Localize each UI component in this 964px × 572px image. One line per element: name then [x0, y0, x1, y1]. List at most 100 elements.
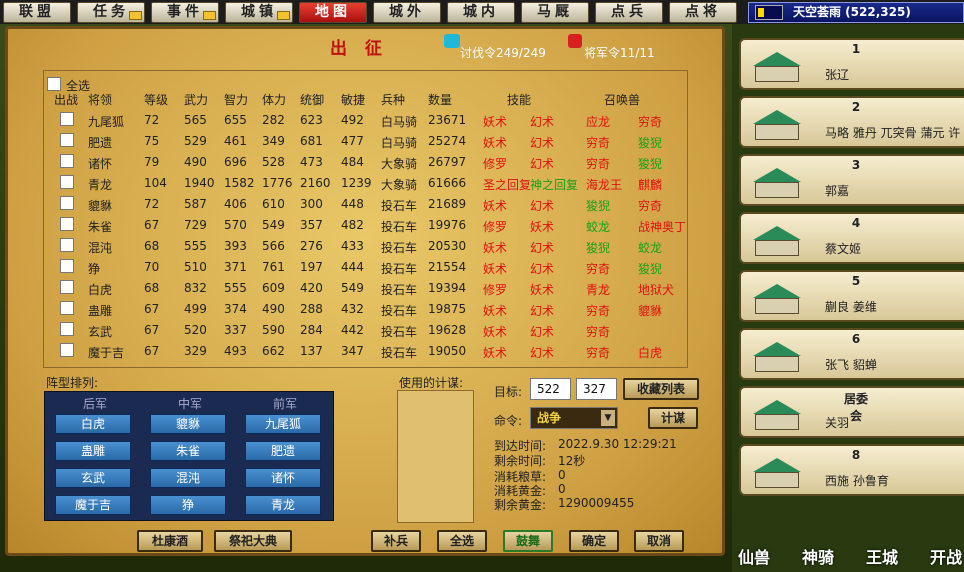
- formation-slot[interactable]: 混沌: [150, 468, 226, 488]
- target-label: 目标:: [494, 385, 523, 399]
- header-hp: 体力: [262, 93, 287, 107]
- cell-skill1: 妖术: [483, 199, 508, 213]
- cell-skill1: 圣之回复: [483, 178, 532, 192]
- cancel-button[interactable]: 取消: [634, 530, 684, 552]
- city-item[interactable]: 3 郭嘉: [739, 154, 964, 206]
- cell-unit: 大象骑: [381, 157, 418, 171]
- gold-left-label: 剩余黄金:: [494, 498, 547, 512]
- tab-towns[interactable]: 城镇: [225, 2, 293, 23]
- formation-slot[interactable]: 青龙: [245, 495, 321, 515]
- formation-slot[interactable]: 蛊雕: [55, 441, 131, 461]
- cell-agility: 433: [341, 239, 364, 253]
- select-all-checkbox[interactable]: [47, 77, 61, 91]
- confirm-button[interactable]: 确定: [569, 530, 619, 552]
- dukang-wine-button[interactable]: 杜康酒: [137, 530, 203, 552]
- collect-list-button[interactable]: 收藏列表: [623, 378, 699, 400]
- header-unit: 兵种: [381, 93, 406, 107]
- top-nav-bar: 联盟 任务 事件 城镇 地图 城外 城内 马厩 点兵 点将 天空荟雨 (522,…: [0, 0, 964, 24]
- castle-icon[interactable]: 王城: [866, 544, 898, 568]
- tab-troops[interactable]: 点兵: [595, 2, 663, 23]
- cell-beast2: 麒麟: [638, 178, 663, 192]
- beast-icon[interactable]: 仙兽: [738, 544, 770, 568]
- dispatch-checkbox[interactable]: [60, 217, 74, 231]
- formation-slot[interactable]: 狰: [150, 495, 226, 515]
- battle-icon[interactable]: 开战: [930, 544, 962, 568]
- sacrifice-button[interactable]: 祭祀大典: [214, 530, 292, 552]
- city-item[interactable]: 2 马略 雅丹 兀突骨 蒲元 许: [739, 96, 964, 148]
- formation-slot[interactable]: 九尾狐: [245, 414, 321, 434]
- cell-hp: 490: [262, 302, 285, 316]
- cell-count: 26797: [428, 155, 467, 169]
- dispatch-checkbox[interactable]: [60, 175, 74, 189]
- city-item[interactable]: 居委会 关羽: [739, 386, 964, 438]
- reinforce-button[interactable]: 补兵: [371, 530, 421, 552]
- mount-icon[interactable]: 神骑: [802, 544, 834, 568]
- formation-slot[interactable]: 玄武: [55, 468, 131, 488]
- cell-skill2: 幻术: [530, 157, 555, 171]
- tab-map[interactable]: 地图: [299, 2, 367, 23]
- user-location[interactable]: 天空荟雨 (522,325): [748, 2, 964, 23]
- cell-level: 68: [144, 239, 160, 253]
- cell-force: 329: [184, 344, 207, 358]
- city-item[interactable]: 1 张辽: [739, 38, 964, 90]
- target-x-input[interactable]: 522: [530, 378, 571, 400]
- tab-outside-city[interactable]: 城外: [373, 2, 441, 23]
- city-item[interactable]: 4 蔡文姬: [739, 212, 964, 264]
- cell-beast2: 蛟龙: [638, 241, 663, 255]
- dispatch-checkbox[interactable]: [60, 196, 74, 210]
- dispatch-checkbox[interactable]: [60, 154, 74, 168]
- cell-beast2: 穷奇: [638, 115, 663, 129]
- cell-beast1: 穷奇: [586, 262, 611, 276]
- select-all-button[interactable]: 全选: [437, 530, 487, 552]
- cell-level: 67: [144, 218, 160, 232]
- formation-slot[interactable]: 白虎: [55, 414, 131, 434]
- dispatch-checkbox[interactable]: [60, 112, 74, 126]
- general-order-icon: [568, 34, 582, 48]
- tab-inside-city[interactable]: 城内: [447, 2, 515, 23]
- cell-command: 276: [300, 239, 323, 253]
- tab-generals[interactable]: 点将: [669, 2, 737, 23]
- city-item[interactable]: 5 蒯良 姜维: [739, 270, 964, 322]
- tab-stable[interactable]: 马厩: [521, 2, 589, 23]
- plans-list[interactable]: [397, 390, 474, 523]
- formation-slot[interactable]: 貔貅: [150, 414, 226, 434]
- cell-intel: 1582: [224, 176, 255, 190]
- cell-intel: 570: [224, 218, 247, 232]
- cell-intel: 461: [224, 134, 247, 148]
- plan-button[interactable]: 计谋: [648, 407, 698, 429]
- city-building-icon: [747, 278, 807, 316]
- remain-time: 12秒: [558, 454, 586, 468]
- cell-skill2: 幻术: [530, 325, 555, 339]
- cell-beast1: 狻猊: [586, 241, 611, 255]
- cell-agility: 549: [341, 281, 364, 295]
- inspire-button[interactable]: 鼓舞: [503, 530, 553, 552]
- city-item[interactable]: 6 张飞 貂蝉: [739, 328, 964, 380]
- dispatch-checkbox[interactable]: [60, 280, 74, 294]
- formation-slot[interactable]: 魔于吉: [55, 495, 131, 515]
- dispatch-checkbox[interactable]: [60, 238, 74, 252]
- envelope-icon: [203, 11, 216, 20]
- formation-slot[interactable]: 朱雀: [150, 441, 226, 461]
- city-item[interactable]: 8 西施 孙鲁育: [739, 444, 964, 496]
- cell-level: 67: [144, 323, 160, 337]
- cell-skill1: 妖术: [483, 115, 508, 129]
- tab-events[interactable]: 事件: [151, 2, 219, 23]
- formation-slot[interactable]: 肥遗: [245, 441, 321, 461]
- target-y-input[interactable]: 327: [576, 378, 617, 400]
- cell-force: 729: [184, 218, 207, 232]
- cell-count: 25274: [428, 134, 467, 148]
- city-building-icon: [747, 220, 807, 258]
- dispatch-checkbox[interactable]: [60, 322, 74, 336]
- cell-intel: 393: [224, 239, 247, 253]
- dispatch-checkbox[interactable]: [60, 343, 74, 357]
- dispatch-checkbox[interactable]: [60, 301, 74, 315]
- cell-skill2: 幻术: [530, 136, 555, 150]
- formation-slot[interactable]: 诸怀: [245, 468, 321, 488]
- cell-hp: 662: [262, 344, 285, 358]
- command-select[interactable]: 战争 ▼: [530, 407, 618, 429]
- dispatch-checkbox[interactable]: [60, 259, 74, 273]
- tab-alliance[interactable]: 联盟: [3, 2, 71, 23]
- tab-quests[interactable]: 任务: [77, 2, 145, 23]
- dispatch-checkbox[interactable]: [60, 133, 74, 147]
- city-generals: 蒯良 姜维: [825, 300, 877, 314]
